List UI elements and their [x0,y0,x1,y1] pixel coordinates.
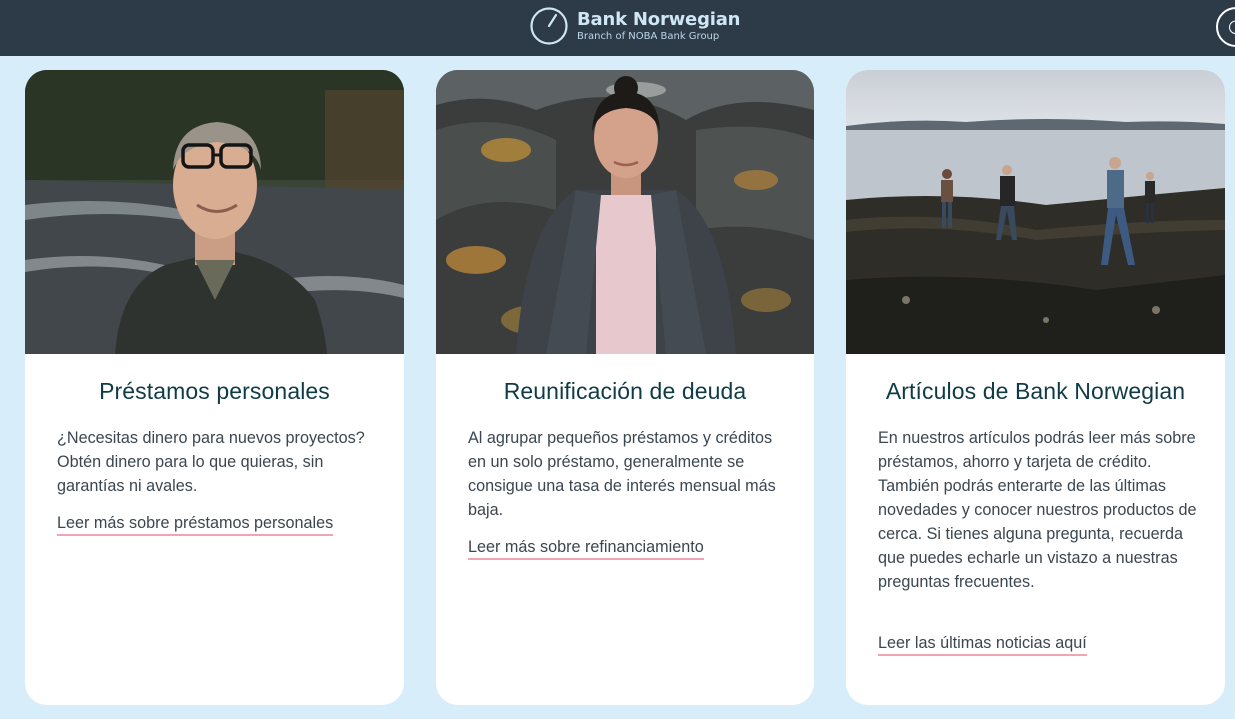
card-personal-loans: Préstamos personales ¿Necesitas dinero p… [25,70,404,705]
read-latest-news-link[interactable]: Leer las últimas noticias aquí [878,634,1087,656]
card-image [846,70,1225,354]
brand-subtitle: Branch of NOBA Bank Group [577,30,720,42]
card-debt-consolidation: Reunificación de deuda Al agrupar pequeñ… [436,70,814,705]
card-title: Artículos de Bank Norwegian [885,378,1186,404]
brand-text: Bank Norwegian Branch of NOBA Bank Group [577,8,741,42]
card-image [436,70,814,354]
card-title: Reunificación de deuda [503,378,747,404]
card-description: ¿Necesitas dinero para nuevos proyectos?… [57,429,365,495]
card-articles: Artículos de Bank Norwegian En nuestros … [846,70,1225,705]
brand-name: Bank Norwegian [577,8,741,30]
card-description: Al agrupar pequeños préstamos y créditos… [468,429,776,519]
site-header: Bank Norwegian Branch of NOBA Bank Group… [0,0,1235,56]
portrait-man-image [25,70,404,354]
bank-norwegian-logo-icon [530,7,568,45]
shore-walk-image [846,70,1225,354]
card-description: En nuestros artículos podrás leer más so… [878,429,1197,591]
user-icon[interactable]: ◔ [1216,7,1235,47]
read-more-personal-loans-link[interactable]: Leer más sobre préstamos personales [57,514,334,536]
brand-logo-link[interactable]: Bank Norwegian Branch of NOBA Bank Group [529,6,740,46]
read-more-refinancing-link[interactable]: Leer más sobre refinanciamiento [468,538,704,560]
card-image [25,70,404,354]
card-title: Préstamos personales [99,378,330,404]
portrait-woman-image [436,70,814,354]
